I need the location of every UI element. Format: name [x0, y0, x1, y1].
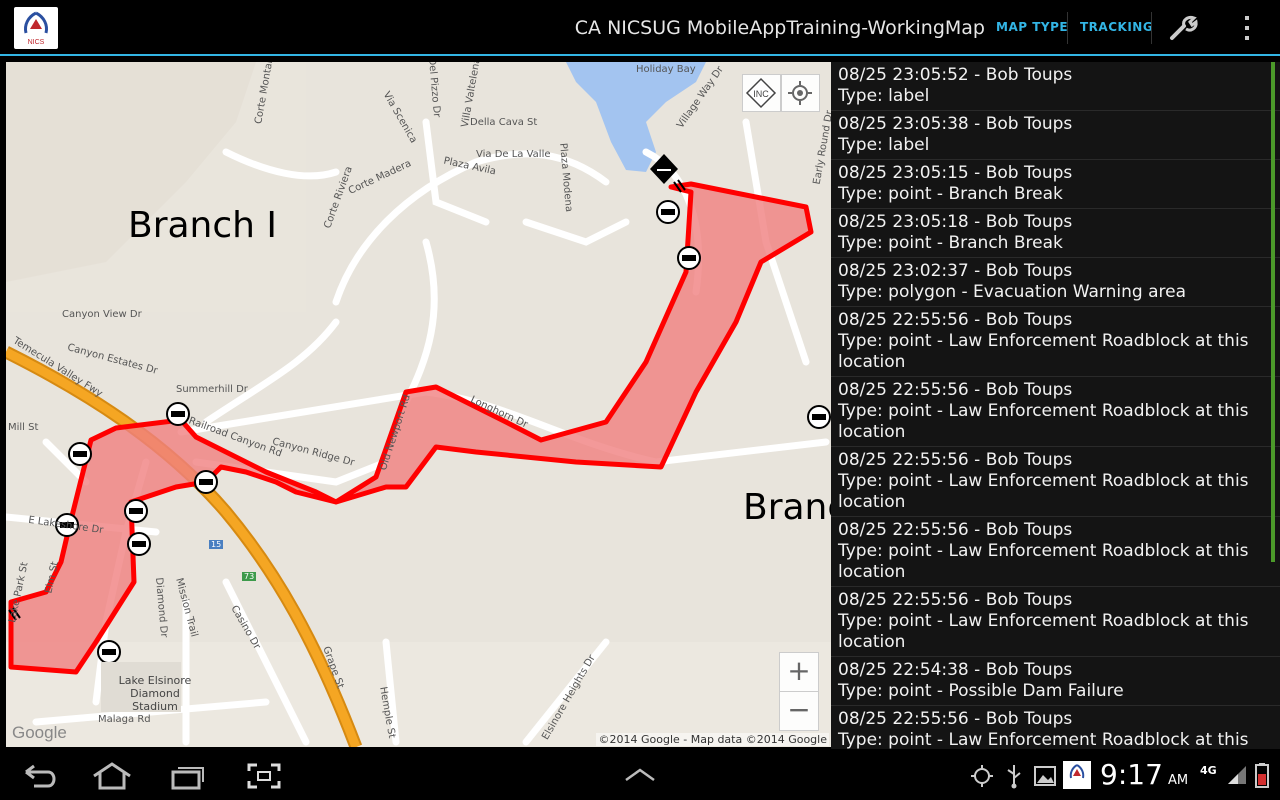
signal-icon	[1226, 764, 1248, 790]
log-item-type: Type: point - Law Enforcement Roadblock …	[838, 541, 1249, 582]
gallery-icon	[1033, 762, 1057, 794]
feature-log-list[interactable]: 08/25 23:05:52 - Bob Toups Type: label 08/…	[831, 62, 1280, 749]
log-item-header: 08/25 22:55:56 - Bob Toups	[838, 590, 1073, 610]
street-label: Via De La Valle	[476, 149, 551, 160]
nics-notification-icon	[1062, 760, 1092, 794]
log-item-header: 08/25 22:54:38 - Bob Toups	[838, 660, 1073, 680]
log-list-item[interactable]: 08/25 22:55:56 - Bob Toups Type: point - …	[831, 706, 1280, 749]
log-item-header: 08/25 22:55:56 - Bob Toups	[838, 450, 1073, 470]
action-bar: NICS CA NICSUG MobileAppTraining-Working…	[0, 0, 1280, 56]
log-item-header: 08/25 23:05:18 - Bob Toups	[838, 212, 1073, 232]
log-item-type: Type: polygon - Evacuation Warning area	[838, 282, 1186, 302]
log-item-type: Type: point - Branch Break	[838, 233, 1063, 253]
street-label: Mill St	[8, 422, 39, 433]
system-navigation-bar: 4G	[0, 750, 1280, 800]
list-scrollbar[interactable]	[1271, 62, 1275, 562]
map-copyright[interactable]: ©2014 Google - Map data ©2014 Google	[596, 733, 829, 746]
map-type-button[interactable]: MAP TYPE	[996, 20, 1068, 34]
log-list-item[interactable]: 08/25 22:54:38 - Bob Toups Type: point - …	[831, 657, 1280, 706]
log-item-type: Type: point - Branch Break	[838, 184, 1063, 204]
street-label: Malaga Rd	[98, 714, 151, 725]
log-item-header: 08/25 23:05:15 - Bob Toups	[838, 163, 1073, 183]
home-icon[interactable]	[90, 762, 134, 794]
log-item-header: 08/25 22:55:56 - Bob Toups	[838, 310, 1073, 330]
log-item-type: Type: point - Law Enforcement Roadblock …	[838, 401, 1249, 442]
log-list-item[interactable]: 08/25 23:05:18 - Bob Toups Type: point - …	[831, 209, 1280, 258]
action-divider	[1151, 12, 1152, 44]
stadium-label: Lake Elsinore Diamond Stadium	[118, 674, 192, 713]
log-item-type: Type: point - Possible Dam Failure	[838, 681, 1124, 701]
status-ampm: AM	[1168, 773, 1189, 788]
street-label: Holiday Bay	[636, 64, 696, 75]
svg-text:NICS: NICS	[28, 39, 45, 46]
log-item-header: 08/25 22:55:56 - Bob Toups	[838, 709, 1073, 729]
log-item-type: Type: point - Law Enforcement Roadblock …	[838, 331, 1249, 372]
log-item-type: Type: point - Law Enforcement Roadblock …	[838, 730, 1249, 749]
nics-logo-icon[interactable]: NICS	[14, 7, 58, 49]
network-type-label: 4G	[1200, 764, 1217, 777]
svg-text:INC: INC	[753, 89, 769, 99]
log-item-header: 08/25 23:05:52 - Bob Toups	[838, 65, 1073, 85]
branch-label: Branc	[743, 487, 831, 528]
status-clock: 9:17	[1100, 758, 1163, 791]
log-item-header: 08/25 22:55:56 - Bob Toups	[838, 380, 1073, 400]
action-bar-underline	[0, 54, 1280, 56]
log-list-item[interactable]: 08/25 22:55:56 - Bob Toups Type: point - …	[831, 377, 1280, 447]
app-title: CA NICSUG MobileAppTraining-WorkingMap	[574, 17, 985, 39]
gps-icon	[970, 762, 994, 794]
battery-icon	[1254, 762, 1270, 792]
log-list-item[interactable]: 08/25 22:55:56 - Bob Toups Type: point - …	[831, 307, 1280, 377]
overflow-menu-icon[interactable]	[1236, 13, 1258, 43]
screenshot-icon[interactable]	[246, 762, 282, 794]
zoom-in-button[interactable]: +	[779, 652, 819, 692]
log-list-item[interactable]: 08/25 22:55:56 - Bob Toups Type: point - …	[831, 447, 1280, 517]
street-label: Canyon View Dr	[62, 309, 142, 320]
log-item-type: Type: label	[838, 135, 930, 155]
route-shield: 15	[209, 540, 224, 549]
log-item-type: Type: point - Law Enforcement Roadblock …	[838, 471, 1249, 512]
log-list-item[interactable]: 08/25 23:02:37 - Bob Toups Type: polygon …	[831, 258, 1280, 307]
log-item-type: Type: label	[838, 86, 930, 106]
log-item-header: 08/25 23:05:38 - Bob Toups	[838, 114, 1073, 134]
log-item-type: Type: point - Law Enforcement Roadblock …	[838, 611, 1249, 652]
my-location-icon[interactable]	[781, 74, 820, 112]
street-label: Della Cava St	[470, 117, 538, 128]
usb-icon	[1004, 762, 1024, 794]
log-list-item[interactable]: 08/25 22:55:56 - Bob Toups Type: point - …	[831, 517, 1280, 587]
map-canvas	[6, 62, 831, 747]
log-list-item[interactable]: 08/25 23:05:38 - Bob Toups Type: label	[831, 111, 1280, 160]
route-shield: 73	[242, 572, 257, 581]
log-item-header: 08/25 22:55:56 - Bob Toups	[838, 520, 1073, 540]
settings-wrench-icon[interactable]	[1166, 12, 1200, 44]
map-view[interactable]: Branch I Branc Corte Montana Via Scenica…	[6, 62, 831, 747]
recent-apps-icon[interactable]	[170, 762, 206, 794]
log-item-header: 08/25 23:02:37 - Bob Toups	[838, 261, 1073, 281]
log-list-item[interactable]: 08/25 23:05:52 - Bob Toups Type: label	[831, 62, 1280, 111]
chevron-up-icon[interactable]	[624, 766, 656, 788]
google-logo: Google	[12, 723, 67, 742]
zoom-out-button[interactable]: −	[779, 691, 819, 731]
log-list-item[interactable]: 08/25 22:55:56 - Bob Toups Type: point - …	[831, 587, 1280, 657]
log-list-item[interactable]: 08/25 23:05:15 - Bob Toups Type: point - …	[831, 160, 1280, 209]
street-label: Summerhill Dr	[176, 384, 248, 395]
branch-label: Branch I	[128, 205, 278, 246]
tracking-button[interactable]: TRACKING	[1080, 20, 1153, 34]
back-icon[interactable]	[20, 762, 60, 794]
incident-button[interactable]: INC	[742, 74, 781, 112]
action-divider	[1067, 12, 1068, 44]
